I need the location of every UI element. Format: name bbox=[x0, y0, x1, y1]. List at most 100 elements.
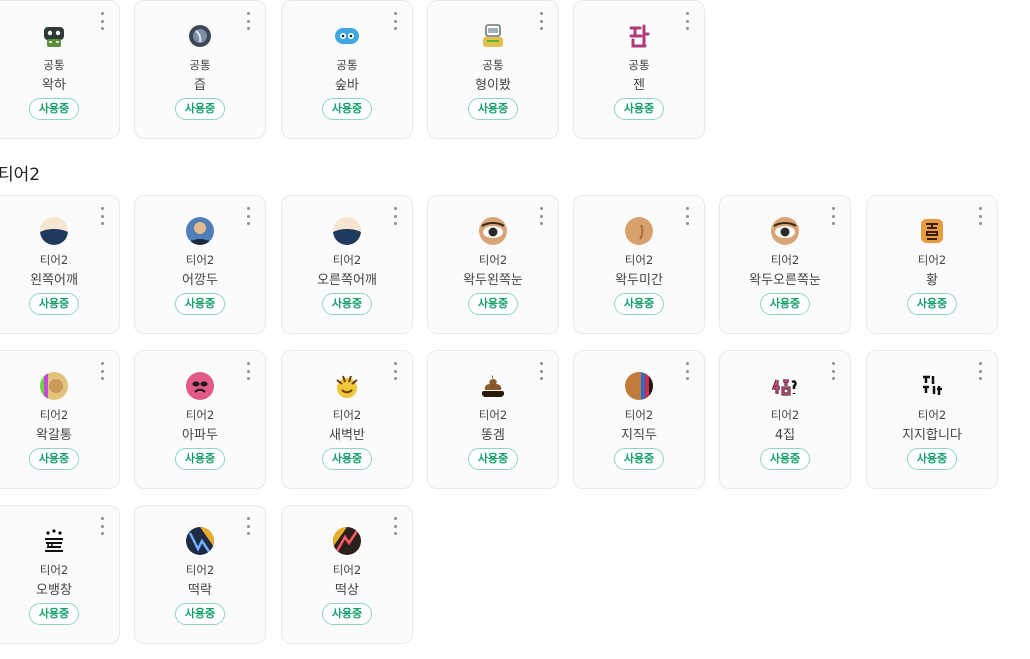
more-options-icon[interactable] bbox=[830, 362, 836, 380]
status-badge: 사용중 bbox=[322, 603, 372, 625]
wakha-emote-icon bbox=[44, 27, 64, 47]
status-badge: 사용중 bbox=[175, 293, 225, 315]
status-badge: 사용중 bbox=[760, 448, 810, 470]
more-options-icon[interactable] bbox=[684, 12, 690, 30]
more-options-icon[interactable] bbox=[99, 207, 105, 225]
emote-card[interactable]: 티어2 황 사용중 bbox=[866, 195, 998, 334]
status-badge: 사용중 bbox=[614, 448, 664, 470]
status-badge: 사용중 bbox=[175, 448, 225, 470]
emote-card[interactable]: 티어2 어깡두 사용중 bbox=[134, 195, 266, 334]
more-options-icon[interactable] bbox=[830, 207, 836, 225]
more-options-icon[interactable] bbox=[392, 207, 398, 225]
eokkangdu-emote-icon bbox=[186, 217, 214, 245]
emote-name: 젠 bbox=[633, 78, 645, 93]
status-badge: 사용중 bbox=[322, 293, 372, 315]
emote-card[interactable]: 티어2 지지합니다 사용중 bbox=[866, 350, 998, 489]
more-options-icon[interactable] bbox=[538, 362, 544, 380]
emote-name: 지지합니다 bbox=[902, 428, 962, 443]
emote-tier: 공통 bbox=[482, 58, 504, 72]
more-options-icon[interactable] bbox=[245, 517, 251, 535]
jeup-emote-icon bbox=[189, 25, 211, 47]
status-badge: 사용중 bbox=[322, 448, 372, 470]
emote-card[interactable]: 티어2 아파두 사용중 bbox=[134, 350, 266, 489]
emote-name: 새벽반 bbox=[329, 428, 365, 443]
more-options-icon[interactable] bbox=[684, 362, 690, 380]
wakgaltong-emote-icon bbox=[40, 372, 68, 400]
supba-emote-icon bbox=[335, 28, 359, 44]
emote-card[interactable]: 티어2 왁갈통 사용중 bbox=[0, 350, 120, 489]
emote-card[interactable]: 공통 젠 사용중 bbox=[573, 0, 705, 139]
status-badge: 사용중 bbox=[760, 293, 810, 315]
more-options-icon[interactable] bbox=[99, 517, 105, 535]
emote-card[interactable]: 공통 숲바 사용중 bbox=[281, 0, 413, 139]
emote-tier: 공통 bbox=[189, 58, 211, 72]
ttonggem-emote-icon bbox=[482, 375, 504, 397]
emote-name: 떡상 bbox=[335, 583, 359, 598]
emote-tier: 티어2 bbox=[917, 408, 947, 422]
emote-card[interactable]: 티어2 새벽반 사용중 bbox=[281, 350, 413, 489]
status-badge: 사용중 bbox=[29, 293, 79, 315]
emote-card[interactable]: 티어2 오른쪽어깨 사용중 bbox=[281, 195, 413, 334]
status-badge: 사용중 bbox=[29, 603, 79, 625]
more-options-icon[interactable] bbox=[245, 207, 251, 225]
more-options-icon[interactable] bbox=[538, 12, 544, 30]
emote-card[interactable]: 티어2 4집 사용중 bbox=[719, 350, 851, 489]
status-badge: 사용중 bbox=[907, 448, 957, 470]
emote-tier: 티어2 bbox=[185, 253, 215, 267]
emote-card[interactable]: 티어2 똥겜 사용중 bbox=[427, 350, 559, 489]
emote-name: 왁두미간 bbox=[615, 273, 663, 288]
status-badge: 사용중 bbox=[175, 98, 225, 120]
emote-card[interactable]: 티어2 떡상 사용중 bbox=[281, 505, 413, 644]
emote-tier: 공통 bbox=[628, 58, 650, 72]
more-options-icon[interactable] bbox=[99, 362, 105, 380]
emote-card[interactable]: 티어2 왁두왼쪽눈 사용중 bbox=[427, 195, 559, 334]
tteoksang-emote-icon bbox=[333, 527, 361, 555]
more-options-icon[interactable] bbox=[977, 207, 983, 225]
emote-card[interactable]: 티어2 떡락 사용중 bbox=[134, 505, 266, 644]
emote-name: 왁갈통 bbox=[36, 428, 72, 443]
more-options-icon[interactable] bbox=[538, 207, 544, 225]
left-shoulder-emote-icon bbox=[40, 217, 68, 245]
emote-name: 아파두 bbox=[182, 428, 218, 443]
emote-card[interactable]: 티어2 지직두 사용중 bbox=[573, 350, 705, 489]
wakdu-migan-emote-icon bbox=[625, 217, 653, 245]
emote-card[interactable]: 티어2 왁두오른쪽눈 사용중 bbox=[719, 195, 851, 334]
emote-name: 형이봤 bbox=[475, 78, 511, 93]
emote-card[interactable]: 티어2 왁두미간 사용중 bbox=[573, 195, 705, 334]
more-options-icon[interactable] bbox=[245, 362, 251, 380]
emote-card[interactable]: 공통 즙 사용중 bbox=[134, 0, 266, 139]
status-badge: 사용중 bbox=[29, 448, 79, 470]
emote-tier: 티어2 bbox=[624, 408, 654, 422]
emote-tier: 티어2 bbox=[185, 408, 215, 422]
emote-card[interactable]: 티어2 오뱅창 사용중 bbox=[0, 505, 120, 644]
more-options-icon[interactable] bbox=[977, 362, 983, 380]
emote-tier: 티어2 bbox=[624, 253, 654, 267]
emote-tier: 티어2 bbox=[39, 253, 69, 267]
emote-name: 왁두왼쪽눈 bbox=[463, 273, 523, 288]
emote-name: 오뱅창 bbox=[36, 583, 72, 598]
more-options-icon[interactable] bbox=[392, 517, 398, 535]
emote-tier: 티어2 bbox=[39, 563, 69, 577]
more-options-icon[interactable] bbox=[99, 12, 105, 30]
status-badge: 사용중 bbox=[175, 603, 225, 625]
emote-tier: 티어2 bbox=[39, 408, 69, 422]
more-options-icon[interactable] bbox=[684, 207, 690, 225]
more-options-icon[interactable] bbox=[245, 12, 251, 30]
emote-card[interactable]: 공통 왁하 사용중 bbox=[0, 0, 120, 139]
emote-card[interactable]: 공통 형이봤 사용중 bbox=[427, 0, 559, 139]
emote-name: 왼쪽어깨 bbox=[30, 273, 78, 288]
emote-tier: 티어2 bbox=[478, 408, 508, 422]
more-options-icon[interactable] bbox=[392, 362, 398, 380]
more-options-icon[interactable] bbox=[392, 12, 398, 30]
4jip-emote-icon bbox=[771, 379, 797, 396]
emote-name: 어깡두 bbox=[182, 273, 218, 288]
emote-name: 4집 bbox=[774, 428, 796, 443]
status-badge: 사용중 bbox=[614, 293, 664, 315]
tteokrak-emote-icon bbox=[186, 527, 214, 555]
emote-name: 오른쪽어깨 bbox=[317, 273, 377, 288]
emote-tier: 티어2 bbox=[770, 253, 800, 267]
status-badge: 사용중 bbox=[468, 98, 518, 120]
emote-card[interactable]: 티어2 왼쪽어깨 사용중 bbox=[0, 195, 120, 334]
saebyeokban-emote-icon bbox=[336, 375, 358, 398]
status-badge: 사용중 bbox=[468, 293, 518, 315]
